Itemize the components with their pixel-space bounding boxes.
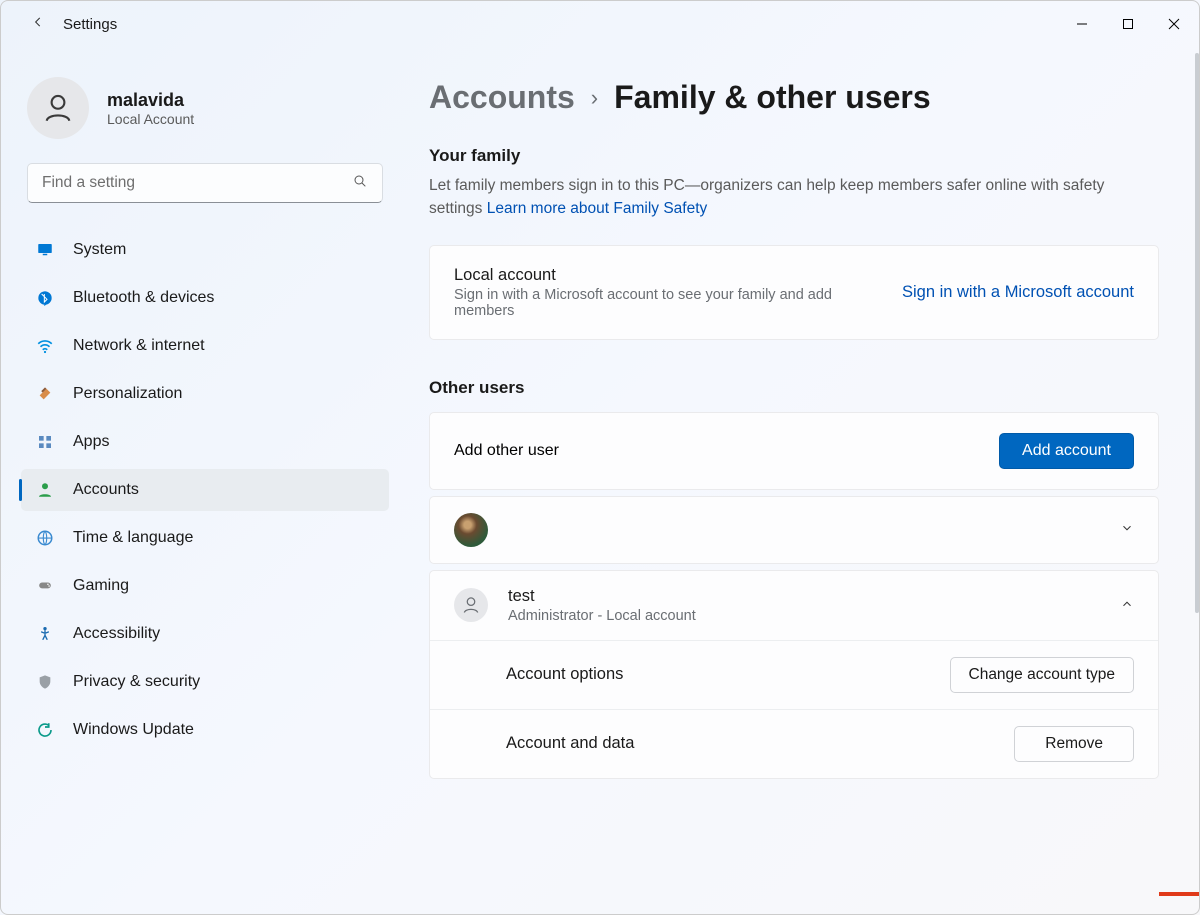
sidebar-item-update[interactable]: Windows Update [21,709,389,751]
account-options-label: Account options [506,665,623,684]
family-safety-link[interactable]: Learn more about Family Safety [487,200,708,217]
other-users-heading: Other users [429,378,1159,398]
sidebar-item-label: Accounts [73,481,139,499]
other-user-2-name: test [508,587,696,606]
minimize-button[interactable] [1059,8,1105,40]
your-family-heading: Your family [429,146,1159,166]
bluetooth-icon [35,288,55,308]
sidebar-item-bluetooth[interactable]: Bluetooth & devices [21,277,389,319]
close-button[interactable] [1151,8,1197,40]
other-user-2-header[interactable]: test Administrator - Local account [430,571,1158,640]
user-block[interactable]: malavida Local Account [19,67,391,163]
breadcrumb-parent[interactable]: Accounts [429,79,575,116]
account-data-row: Account and data Remove [430,709,1158,778]
breadcrumb: Accounts › Family & other users [429,79,1159,116]
sidebar-item-personalization[interactable]: Personalization [21,373,389,415]
sidebar-item-time[interactable]: Time & language [21,517,389,559]
username: malavida [107,90,194,111]
sidebar-item-label: Personalization [73,385,182,403]
wifi-icon [35,336,55,356]
accessibility-icon [35,624,55,644]
annotation-arrow [1159,879,1199,909]
local-account-card: Local account Sign in with a Microsoft a… [429,245,1159,340]
apps-icon [35,432,55,452]
search-icon [352,173,368,194]
shield-icon [35,672,55,692]
maximize-button[interactable] [1105,8,1151,40]
sidebar-item-label: Apps [73,433,109,451]
chevron-down-icon [1120,521,1134,538]
local-account-title: Local account [454,266,882,285]
chevron-right-icon: › [591,85,598,111]
titlebar: Settings [1,1,1199,47]
nav-list: System Bluetooth & devices Network & inter… [19,229,391,751]
sign-in-ms-link[interactable]: Sign in with a Microsoft account [902,283,1134,302]
sidebar-item-label: Bluetooth & devices [73,289,214,307]
brush-icon [35,384,55,404]
gamepad-icon [35,576,55,596]
your-family-description: Let family members sign in to this PC—or… [429,174,1159,221]
add-other-user-label: Add other user [454,442,559,460]
update-icon [35,720,55,740]
account-data-label: Account and data [506,734,634,753]
user-avatar-photo [454,513,488,547]
sidebar-item-apps[interactable]: Apps [21,421,389,463]
user-avatar-icon [454,588,488,622]
back-icon[interactable] [31,15,45,34]
sidebar-item-label: Privacy & security [73,673,200,691]
sidebar-item-label: Windows Update [73,721,194,739]
monitor-icon [35,240,55,260]
search-input[interactable] [27,163,383,203]
add-account-button[interactable]: Add account [999,433,1134,469]
sidebar-item-accessibility[interactable]: Accessibility [21,613,389,655]
sidebar-item-gaming[interactable]: Gaming [21,565,389,607]
person-icon [35,480,55,500]
sidebar-item-label: Time & language [73,529,193,547]
sidebar-item-label: System [73,241,126,259]
sidebar-item-network[interactable]: Network & internet [21,325,389,367]
other-user-row-1[interactable] [429,496,1159,564]
other-user-row-2: test Administrator - Local account Accou… [429,570,1159,779]
search-field[interactable] [42,174,352,192]
globe-icon [35,528,55,548]
breadcrumb-current: Family & other users [614,79,931,116]
chevron-up-icon [1120,597,1134,614]
user-subtitle: Local Account [107,111,194,127]
app-title: Settings [63,16,117,33]
main-content: Accounts › Family & other users Your fam… [401,47,1199,914]
other-user-2-subtitle: Administrator - Local account [508,608,696,624]
sidebar: malavida Local Account System Bluetooth &… [1,47,401,914]
account-options-row: Account options Change account type [430,640,1158,709]
avatar-icon [27,77,89,139]
sidebar-item-label: Gaming [73,577,129,595]
sidebar-item-accounts[interactable]: Accounts [21,469,389,511]
add-other-user-card: Add other user Add account [429,412,1159,490]
sidebar-item-label: Accessibility [73,625,160,643]
change-account-type-button[interactable]: Change account type [950,657,1135,693]
scrollbar[interactable] [1195,53,1199,613]
sidebar-item-privacy[interactable]: Privacy & security [21,661,389,703]
sidebar-item-label: Network & internet [73,337,205,355]
remove-button[interactable]: Remove [1014,726,1134,762]
local-account-subtitle: Sign in with a Microsoft account to see … [454,287,882,319]
sidebar-item-system[interactable]: System [21,229,389,271]
